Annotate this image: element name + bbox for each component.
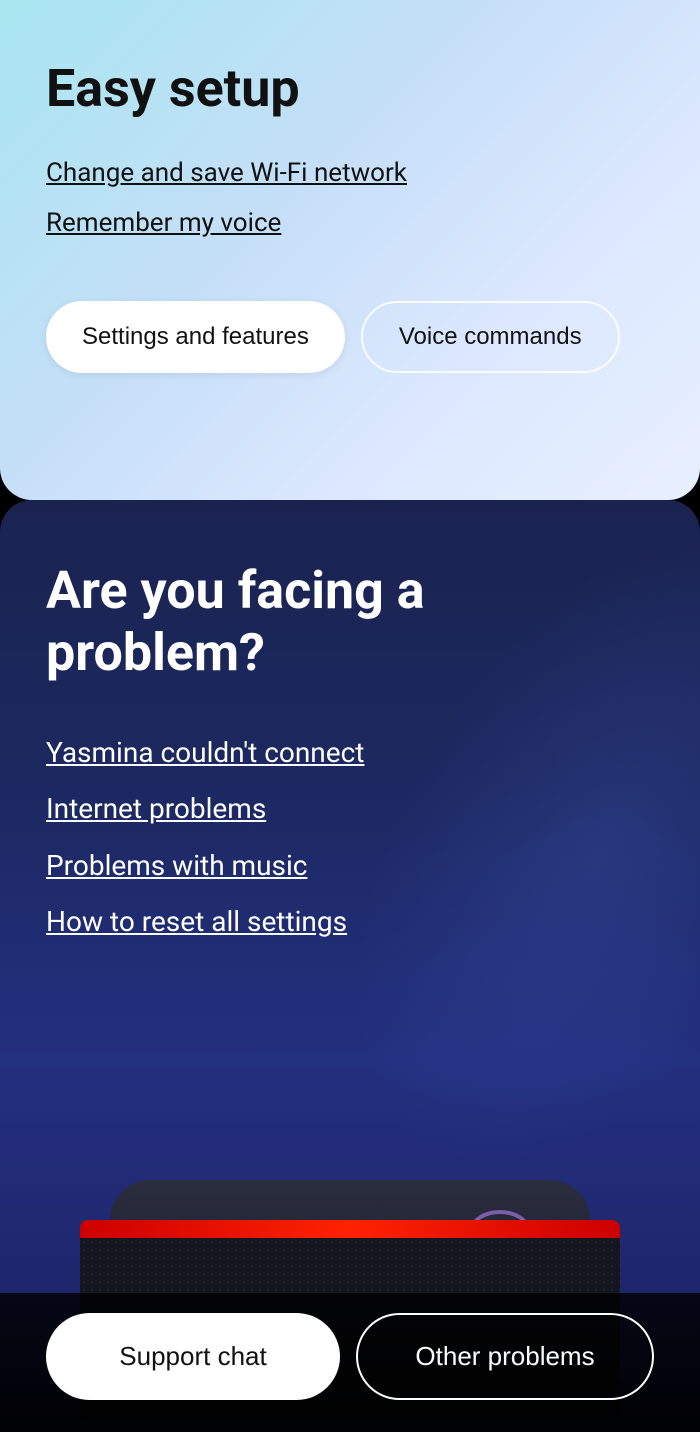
problem-title: Are you facing a problem? [46, 560, 654, 685]
top-buttons: Settings and features Voice commands [46, 301, 654, 373]
voice-commands-button[interactable]: Voice commands [361, 301, 620, 373]
internet-problem-link[interactable]: Internet problems [46, 791, 654, 827]
other-problems-button[interactable]: Other problems [356, 1313, 654, 1400]
settings-features-button[interactable]: Settings and features [46, 301, 345, 373]
top-links: Change and save Wi-Fi network Remember m… [46, 157, 654, 241]
music-problem-link[interactable]: Problems with music [46, 848, 654, 884]
page-title: Easy setup [46, 60, 654, 117]
reset-problem-link[interactable]: How to reset all settings [46, 904, 654, 940]
bottom-bar: Support chat Other problems [0, 1293, 700, 1432]
wifi-link[interactable]: Change and save Wi-Fi network [46, 157, 654, 191]
red-accent-band [80, 1220, 620, 1238]
problem-links: Yasmina couldn't connect Internet proble… [46, 735, 654, 941]
connect-problem-link[interactable]: Yasmina couldn't connect [46, 735, 654, 771]
voice-link[interactable]: Remember my voice [46, 207, 654, 241]
support-chat-button[interactable]: Support chat [46, 1313, 340, 1400]
top-section: Easy setup Change and save Wi-Fi network… [0, 0, 700, 500]
